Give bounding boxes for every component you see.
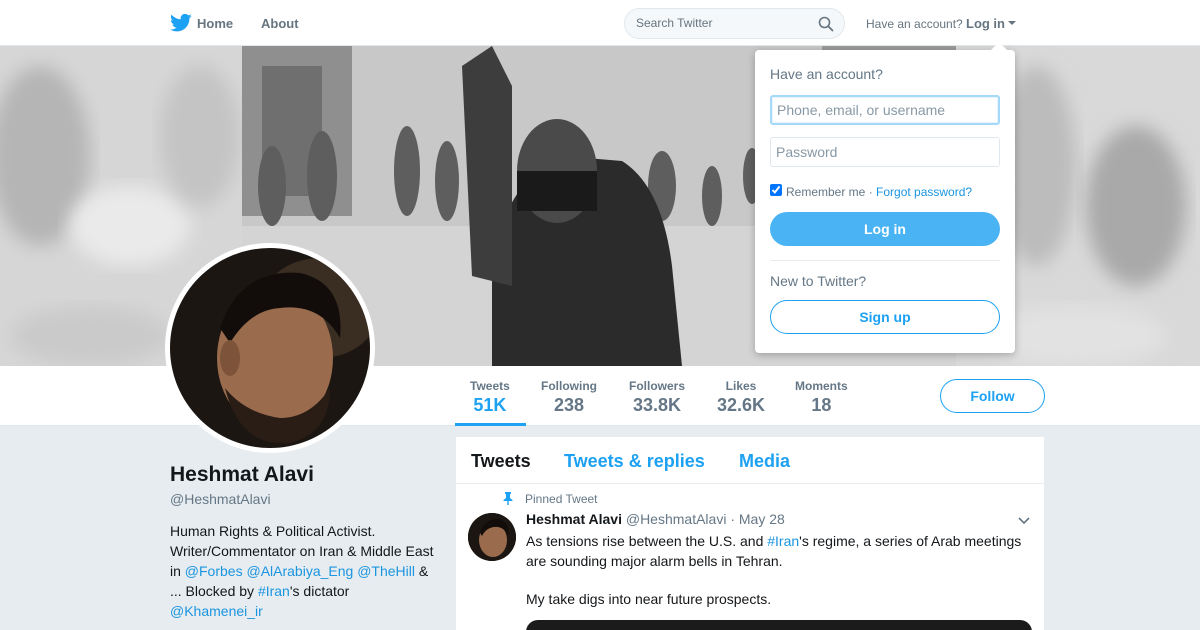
nav-about-link[interactable]: About [261,16,299,31]
stat-value: 33.8K [632,395,682,415]
stat-tweets[interactable]: Tweets 51K [470,379,510,416]
bio-mention-alarabiya[interactable]: @AlArabiya_Eng [246,563,353,579]
tweet-author-name[interactable]: Heshmat Alavi [526,511,622,527]
tweet-text-second: My take digs into near future prospects. [526,591,772,607]
tweet-text: As tensions rise between the U.S. and #I… [526,531,1036,571]
bio-text: 's dictator [289,583,350,599]
tweet-text-part: As tensions rise between the U.S. and [526,533,768,549]
have-account-text: Have an account? [866,17,963,31]
username-field[interactable] [770,95,1000,125]
chevron-down-icon[interactable] [1018,517,1030,525]
timeline-tabs: Tweets Tweets & replies Media [456,437,1044,484]
tweet-media-card[interactable] [526,620,1032,630]
bio-hashtag-iran[interactable]: #Iran [258,583,290,599]
bio-mention-forbes[interactable]: @Forbes [185,563,243,579]
stat-value: 18 [811,395,832,415]
stat-value: 238 [553,395,585,415]
login-dropdown-title: Have an account? [770,66,883,82]
profile-name[interactable]: Heshmat Alavi [170,463,314,487]
tweet-avatar[interactable] [468,513,516,561]
tweet-date[interactable]: May 28 [739,511,785,527]
avatar-photo [170,248,370,448]
password-field[interactable] [770,137,1000,167]
search-input[interactable] [636,16,806,30]
profile-bio: Human Rights & Political Activist. Write… [170,521,435,621]
tab-tweets-replies[interactable]: Tweets & replies [564,451,705,472]
active-stat-underline [455,423,526,426]
timeline: Tweets Tweets & replies Media Pinned Twe… [456,437,1044,630]
tweet-separator: · [726,511,739,527]
stat-label: Moments [795,379,848,393]
follow-button[interactable]: Follow [940,379,1045,413]
forgot-password-link[interactable]: Forgot password? [876,185,972,199]
tweet-author-handle[interactable]: @HeshmatAlavi [626,511,727,527]
pinned-tweet-label: Pinned Tweet [525,492,598,506]
twitter-bird-icon[interactable] [170,13,192,33]
login-dropdown: Have an account? Remember me · Forgot pa… [755,42,1015,353]
login-menu-link[interactable]: Log in [966,16,1005,31]
stat-label: Tweets [470,379,510,393]
login-button[interactable]: Log in [770,212,1000,246]
remember-me-checkbox[interactable] [770,184,782,196]
stat-following[interactable]: Following 238 [541,379,597,416]
tweet-hashtag-iran[interactable]: #Iran [767,533,799,549]
stat-followers[interactable]: Followers 33.8K [629,379,685,416]
stat-value: 51K [473,395,507,415]
tweet-header: Heshmat Alavi @HeshmatAlavi · May 28 [526,511,785,527]
chevron-down-icon[interactable] [1008,21,1016,25]
stat-moments[interactable]: Moments 18 [795,379,848,416]
remember-me-label[interactable]: Remember me [786,185,865,199]
stat-likes[interactable]: Likes 32.6K [717,379,765,416]
profile-handle[interactable]: @HeshmatAlavi [170,491,271,507]
signup-button[interactable]: Sign up [770,300,1000,334]
top-nav: Home About Have an account? Log in [0,0,1200,46]
bio-mention-khamenei[interactable]: @Khamenei_ir [170,603,263,619]
stat-value: 32.6K [717,395,766,415]
remember-separator: · [865,185,877,199]
search-icon[interactable] [818,16,834,32]
dropdown-divider [770,260,1000,261]
tweet-avatar-photo [468,513,516,561]
remember-row: Remember me · Forgot password? [786,185,972,199]
new-to-twitter-label: New to Twitter? [770,273,867,289]
dropdown-arrow [991,42,1007,50]
stat-label: Followers [629,379,686,393]
tab-tweets[interactable]: Tweets [471,451,531,472]
tab-media[interactable]: Media [739,451,790,472]
nav-home-link[interactable]: Home [197,16,233,31]
bio-mention-thehill[interactable]: @TheHill [357,563,415,579]
pin-icon [503,492,513,505]
profile-avatar[interactable] [165,243,375,453]
stat-label: Following [541,379,597,393]
search-box[interactable] [624,8,845,39]
stat-label: Likes [725,379,757,393]
